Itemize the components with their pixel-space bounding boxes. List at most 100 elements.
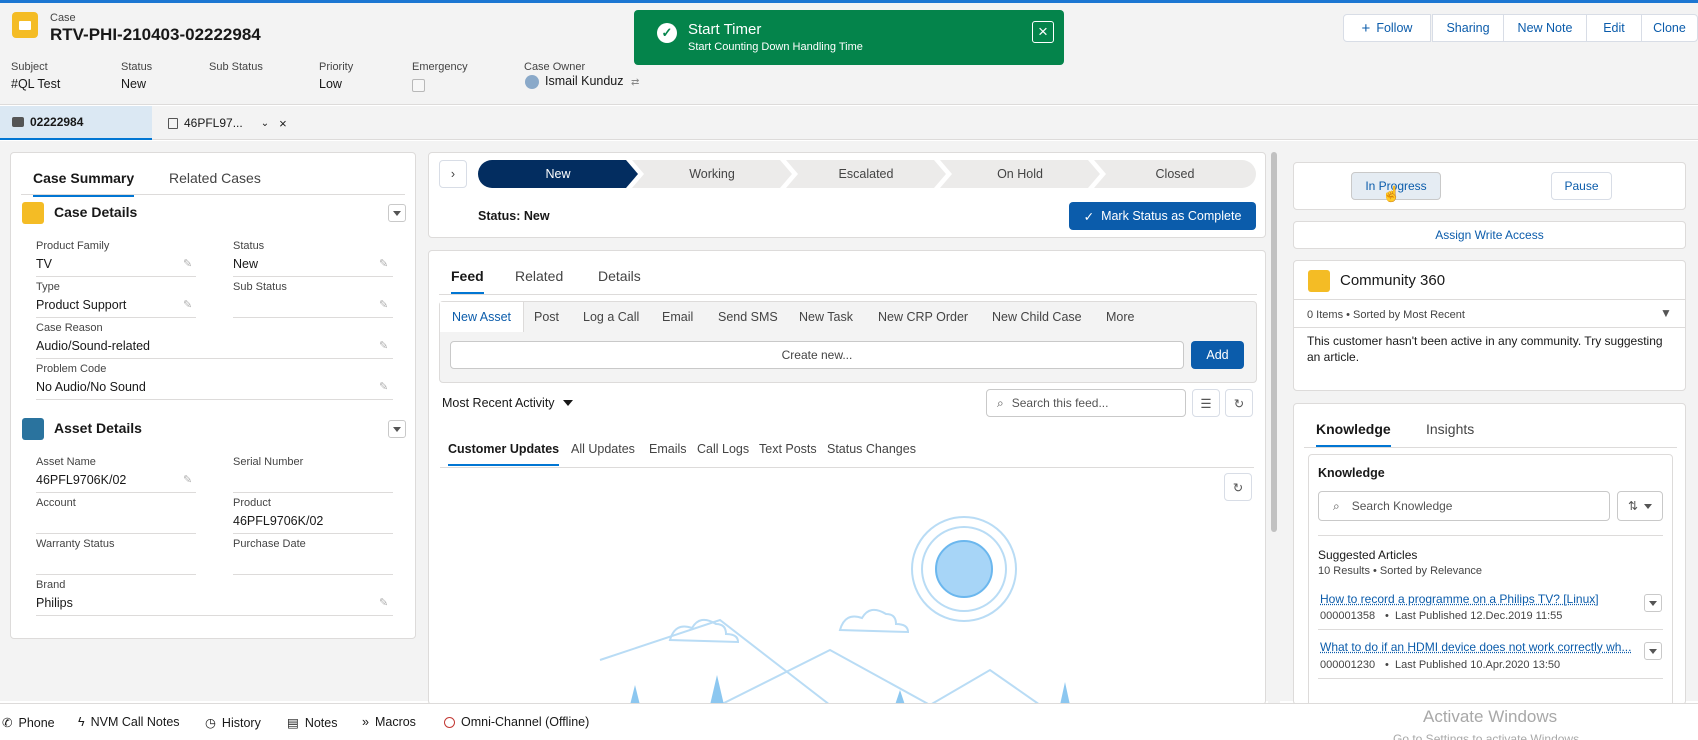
refresh-feed-button[interactable]: ↻ xyxy=(1225,389,1253,417)
edit-pencil-icon[interactable]: ✎ xyxy=(379,380,388,393)
filter-customer-updates[interactable]: Customer Updates xyxy=(448,442,560,466)
filter-feed-button[interactable]: ☰ xyxy=(1192,389,1220,417)
close-icon: × xyxy=(1038,22,1048,41)
highlight-label: Emergency xyxy=(412,61,468,73)
publisher-tab-log-a-call[interactable]: Log a Call xyxy=(583,302,639,332)
edit-pencil-icon[interactable]: ✎ xyxy=(379,257,388,270)
tab-details[interactable]: Details xyxy=(598,268,641,284)
tab-insights[interactable]: Insights xyxy=(1426,421,1474,437)
field-label: Warranty Status xyxy=(36,538,115,550)
publisher-tab-more[interactable]: More xyxy=(1106,302,1134,332)
sort-dropdown[interactable]: Most Recent Activity xyxy=(442,396,573,410)
record-title: RTV-PHI-210403-02222984 xyxy=(50,25,261,44)
case-summary-card: Case Summary Related Cases Case Details … xyxy=(10,152,416,639)
path-stage-escalated[interactable]: Escalated xyxy=(786,160,946,188)
section-menu-button[interactable] xyxy=(388,420,406,438)
path-stage-new[interactable]: New xyxy=(478,160,638,188)
sort-label: Most Recent Activity xyxy=(442,396,555,410)
publisher-tab-new-task[interactable]: New Task xyxy=(799,302,853,332)
publisher-tab-new-child-case[interactable]: New Child Case xyxy=(992,302,1082,332)
assign-write-access-button[interactable]: Assign Write Access xyxy=(1293,221,1686,249)
new-note-button[interactable]: New Note xyxy=(1503,14,1587,42)
emergency-checkbox[interactable] xyxy=(412,79,425,92)
publisher-tab-new-asset[interactable]: New Asset xyxy=(440,302,524,332)
tab-feed[interactable]: Feed xyxy=(451,268,484,295)
pause-button[interactable]: Pause xyxy=(1551,172,1612,200)
edit-pencil-icon[interactable]: ✎ xyxy=(183,473,192,486)
edit-pencil-icon[interactable]: ✎ xyxy=(183,257,192,270)
field-label: Problem Code xyxy=(36,363,107,375)
workspace-tab-case[interactable]: 02222984 xyxy=(0,106,152,140)
tab-knowledge[interactable]: Knowledge xyxy=(1316,421,1391,448)
clone-button[interactable]: Clone xyxy=(1641,14,1698,42)
add-button[interactable]: Add xyxy=(1191,341,1244,369)
publisher-tab-post[interactable]: Post xyxy=(534,302,559,332)
follow-label: Follow xyxy=(1376,21,1413,35)
filter-all-updates[interactable]: All Updates xyxy=(571,442,635,456)
sharing-button[interactable]: Sharing xyxy=(1432,14,1504,42)
tab-case-summary[interactable]: Case Summary xyxy=(33,170,135,197)
publisher-tab-email[interactable]: Email xyxy=(662,302,693,332)
article-divider xyxy=(1318,629,1663,630)
edit-pencil-icon[interactable]: ✎ xyxy=(379,298,388,311)
path-stage-working[interactable]: Working xyxy=(632,160,792,188)
change-owner-icon[interactable]: ⇄ xyxy=(631,77,639,88)
filter-call-logs[interactable]: Call Logs xyxy=(697,442,749,456)
article-link[interactable]: How to record a programme on a Philips T… xyxy=(1320,592,1599,606)
product-link[interactable]: 46PFL9706K/02 xyxy=(233,514,323,528)
utility-history[interactable]: ◷ History xyxy=(205,715,261,731)
create-new-input[interactable]: Create new... xyxy=(450,341,1184,369)
article-menu-button[interactable] xyxy=(1644,642,1662,660)
utility-omni-channel[interactable]: Omni-Channel (Offline) xyxy=(444,715,589,729)
edit-pencil-icon[interactable]: ✎ xyxy=(183,298,192,311)
offline-status-icon xyxy=(444,716,455,728)
tab-divider xyxy=(1304,447,1677,448)
knowledge-heading: Knowledge xyxy=(1318,466,1385,480)
tab-related-cases[interactable]: Related Cases xyxy=(169,170,261,186)
path-stage-on-hold[interactable]: On Hold xyxy=(940,160,1100,188)
section-menu-button[interactable] xyxy=(388,204,406,222)
workspace-tab-bar: 02222984 46PFL97... ⌄ × xyxy=(0,106,1698,140)
chevron-down-icon[interactable]: ⌄ xyxy=(261,118,269,129)
tab-related[interactable]: Related xyxy=(515,268,563,284)
field-label: Product Family xyxy=(36,240,110,252)
knowledge-search-input[interactable]: ⌕ Search Knowledge xyxy=(1318,491,1610,521)
utility-macros[interactable]: » Macros xyxy=(362,715,416,729)
article-link[interactable]: What to do if an HDMI device does not wo… xyxy=(1320,640,1631,654)
case-owner-link[interactable]: Ismail Kunduz xyxy=(545,74,624,88)
filter-funnel-icon[interactable]: ▼ xyxy=(1660,306,1672,320)
workspace-tab-asset[interactable]: 46PFL97... ⌄ × xyxy=(152,106,302,140)
utility-phone[interactable]: ✆ Phone xyxy=(2,715,55,731)
filter-emails[interactable]: Emails xyxy=(649,442,687,456)
asset-tab-icon xyxy=(168,117,178,129)
briefcase-icon xyxy=(12,117,24,127)
edit-pencil-icon[interactable]: ✎ xyxy=(379,339,388,352)
scrollbar-thumb[interactable] xyxy=(1271,152,1277,532)
toast-close-button[interactable]: × xyxy=(1032,21,1054,43)
sort-knowledge-button[interactable]: ⇅ xyxy=(1617,491,1663,521)
mark-status-complete-button[interactable]: ✓ Mark Status as Complete xyxy=(1069,202,1256,230)
edit-button[interactable]: Edit xyxy=(1586,14,1642,42)
close-tab-icon[interactable]: × xyxy=(279,116,287,131)
article-menu-button[interactable] xyxy=(1644,594,1662,612)
utility-nvm-call-notes[interactable]: ϟ NVM Call Notes xyxy=(78,715,180,729)
filter-status-changes[interactable]: Status Changes xyxy=(827,442,916,456)
path-toggle-button[interactable]: › xyxy=(439,160,467,188)
path-stage-closed[interactable]: Closed xyxy=(1094,160,1256,188)
edit-pencil-icon[interactable]: ✎ xyxy=(379,596,388,609)
refresh-updates-button[interactable]: ↻ xyxy=(1224,473,1252,501)
field-divider xyxy=(233,533,393,534)
highlight-value: #QL Test xyxy=(11,77,61,91)
case-icon xyxy=(12,12,38,38)
filter-text-posts[interactable]: Text Posts xyxy=(759,442,817,456)
utility-label: Phone xyxy=(18,715,55,730)
utility-notes[interactable]: ▤ Notes xyxy=(287,715,337,731)
feed-scrollbar[interactable] xyxy=(1268,152,1280,705)
field-label: Asset Name xyxy=(36,456,96,468)
publisher-tab-send-sms[interactable]: Send SMS xyxy=(718,302,778,332)
feed-search-input[interactable]: ⌕ Search this feed... xyxy=(986,389,1186,417)
follow-button[interactable]: + Follow xyxy=(1343,14,1431,42)
publisher-tab-new-crp-order[interactable]: New CRP Order xyxy=(878,302,968,332)
article-number: 000001230 xyxy=(1320,659,1376,671)
clock-icon: ◷ xyxy=(205,716,216,730)
